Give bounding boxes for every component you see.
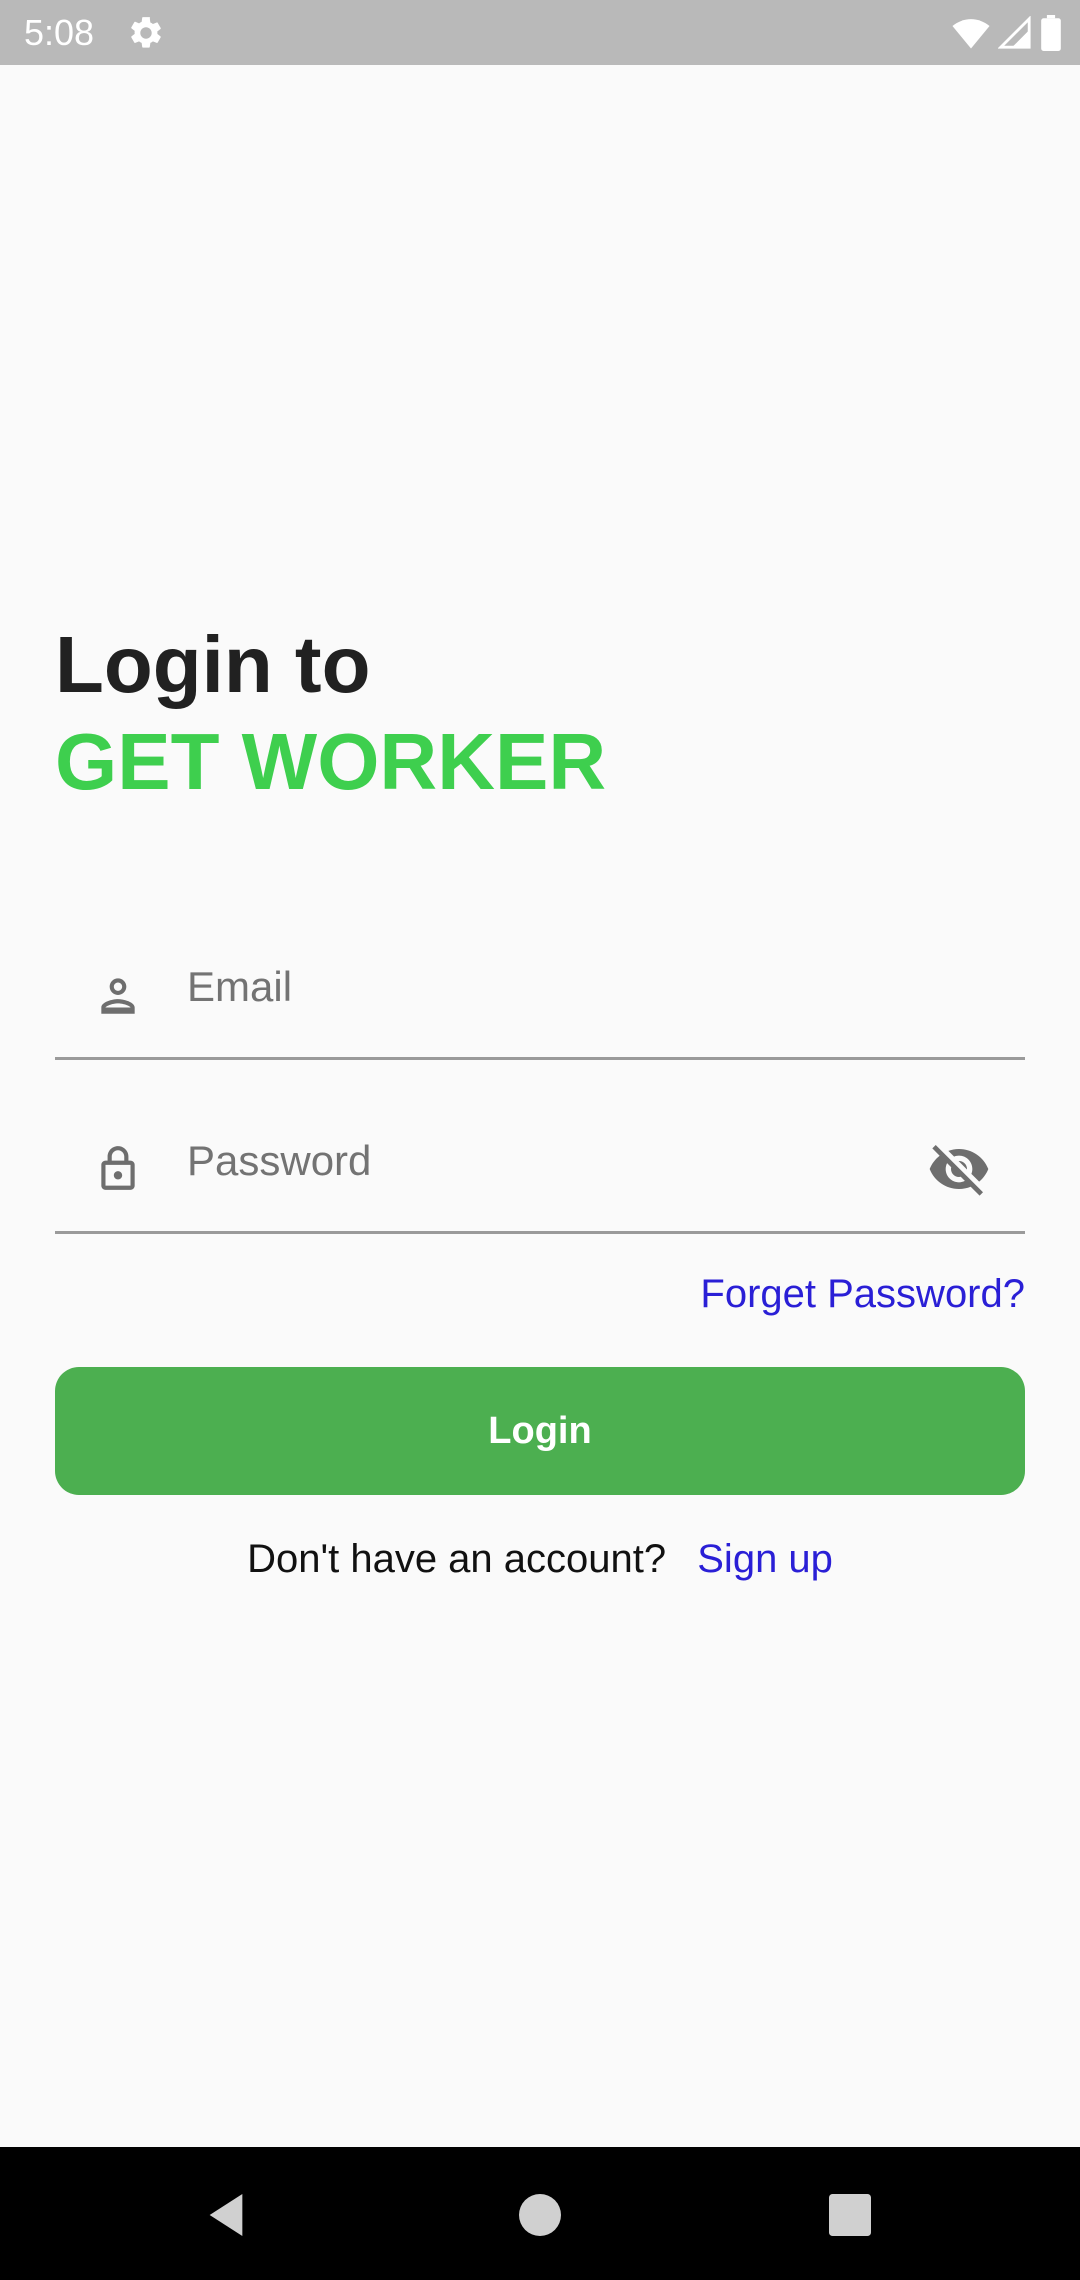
- home-icon[interactable]: [512, 2187, 568, 2243]
- app-name-title: GET WORKER: [55, 717, 607, 806]
- navigation-bar: [0, 2147, 1080, 2280]
- status-bar: 5:08: [0, 0, 1080, 65]
- signup-link[interactable]: Sign up: [697, 1537, 833, 1581]
- lock-icon: [101, 1146, 135, 1190]
- settings-icon: [131, 17, 161, 48]
- signup-row: Don't have an account? Sign up: [0, 1537, 1080, 1582]
- forgot-password-link[interactable]: Forget Password?: [700, 1272, 1025, 1317]
- back-icon[interactable]: [198, 2187, 254, 2243]
- email-field[interactable]: [55, 917, 1025, 1060]
- status-time: 5:08: [24, 12, 95, 53]
- recents-icon[interactable]: [822, 2187, 878, 2243]
- password-input[interactable]: [187, 1131, 907, 1191]
- login-screen: 5:08 Login to GET WORKER Email Forget Pa…: [0, 0, 1080, 2280]
- visibility-off-icon[interactable]: [927, 1137, 991, 1201]
- email-input[interactable]: [187, 957, 907, 1017]
- status-right-icons: [952, 14, 1062, 52]
- cell-signal-icon: [998, 16, 1031, 49]
- battery-icon: [1041, 15, 1061, 51]
- wifi-icon: [952, 19, 990, 49]
- page-title: Login to: [55, 620, 371, 709]
- signup-prompt: Don't have an account?: [247, 1537, 667, 1581]
- person-icon: [101, 978, 135, 1014]
- password-field[interactable]: [55, 1091, 1025, 1234]
- login-button[interactable]: Login: [55, 1367, 1025, 1495]
